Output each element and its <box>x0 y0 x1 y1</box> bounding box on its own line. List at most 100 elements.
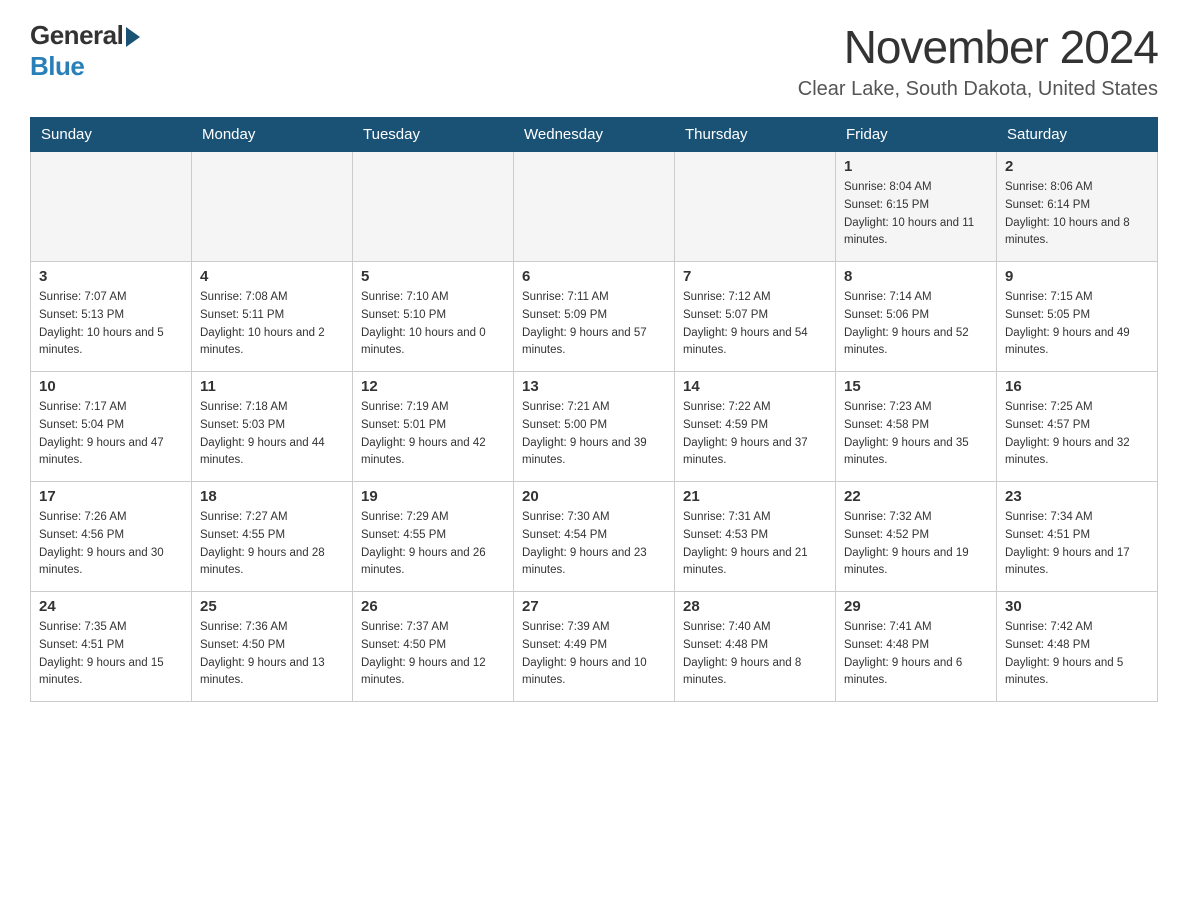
day-info: Sunrise: 7:34 AMSunset: 4:51 PMDaylight:… <box>1005 509 1149 580</box>
calendar-header-friday: Friday <box>836 118 997 152</box>
day-info: Sunrise: 7:17 AMSunset: 5:04 PMDaylight:… <box>39 399 183 470</box>
calendar-header-tuesday: Tuesday <box>353 118 514 152</box>
day-number: 17 <box>39 488 183 505</box>
calendar-table: SundayMondayTuesdayWednesdayThursdayFrid… <box>30 117 1158 702</box>
calendar-cell: 30Sunrise: 7:42 AMSunset: 4:48 PMDayligh… <box>997 592 1158 702</box>
day-info: Sunrise: 7:40 AMSunset: 4:48 PMDaylight:… <box>683 619 827 690</box>
calendar-header-row: SundayMondayTuesdayWednesdayThursdayFrid… <box>31 118 1158 152</box>
day-info: Sunrise: 7:39 AMSunset: 4:49 PMDaylight:… <box>522 619 666 690</box>
day-info: Sunrise: 7:22 AMSunset: 4:59 PMDaylight:… <box>683 399 827 470</box>
calendar-cell: 13Sunrise: 7:21 AMSunset: 5:00 PMDayligh… <box>514 372 675 482</box>
day-info: Sunrise: 7:15 AMSunset: 5:05 PMDaylight:… <box>1005 289 1149 360</box>
day-info: Sunrise: 7:14 AMSunset: 5:06 PMDaylight:… <box>844 289 988 360</box>
day-number: 8 <box>844 268 988 285</box>
calendar-week-row: 3Sunrise: 7:07 AMSunset: 5:13 PMDaylight… <box>31 262 1158 372</box>
calendar-cell: 29 Sunrise: 7:41 AMSunset: 4:48 PMDayligh… <box>836 592 997 702</box>
day-info: Sunrise: 7:08 AMSunset: 5:11 PMDaylight:… <box>200 289 344 360</box>
day-number: 1 <box>844 158 988 175</box>
day-info: Sunrise: 7:11 AMSunset: 5:09 PMDaylight:… <box>522 289 666 360</box>
header: General Blue November 2024 Clear Lake, S… <box>30 20 1158 101</box>
calendar-cell <box>31 152 192 262</box>
day-number: 25 <box>200 598 344 615</box>
day-number: 6 <box>522 268 666 285</box>
calendar-cell: 4 Sunrise: 7:08 AMSunset: 5:11 PMDaylight… <box>192 262 353 372</box>
calendar-cell: 17 Sunrise: 7:26 AMSunset: 4:56 PMDayligh… <box>31 482 192 592</box>
calendar-week-row: 24 Sunrise: 7:35 AMSunset: 4:51 PMDayligh… <box>31 592 1158 702</box>
calendar-cell: 9Sunrise: 7:15 AMSunset: 5:05 PMDaylight… <box>997 262 1158 372</box>
calendar-cell <box>675 152 836 262</box>
day-info: Sunrise: 7:19 AMSunset: 5:01 PMDaylight:… <box>361 399 505 470</box>
logo: General Blue <box>30 20 140 82</box>
day-info: Sunrise: 7:41 AMSunset: 4:48 PMDaylight:… <box>844 619 988 690</box>
day-info: Sunrise: 7:37 AMSunset: 4:50 PMDaylight:… <box>361 619 505 690</box>
day-number: 23 <box>1005 488 1149 505</box>
calendar-cell: 1 Sunrise: 8:04 AMSunset: 6:15 PMDaylight… <box>836 152 997 262</box>
day-number: 28 <box>683 598 827 615</box>
day-number: 16 <box>1005 378 1149 395</box>
month-title: November 2024 <box>798 20 1158 74</box>
day-number: 27 <box>522 598 666 615</box>
calendar-cell: 19 Sunrise: 7:29 AMSunset: 4:55 PMDayligh… <box>353 482 514 592</box>
calendar-cell: 6 Sunrise: 7:11 AMSunset: 5:09 PMDaylight… <box>514 262 675 372</box>
day-info: Sunrise: 7:35 AMSunset: 4:51 PMDaylight:… <box>39 619 183 690</box>
calendar-cell: 20 Sunrise: 7:30 AMSunset: 4:54 PMDayligh… <box>514 482 675 592</box>
day-number: 21 <box>683 488 827 505</box>
calendar-header-saturday: Saturday <box>997 118 1158 152</box>
calendar-week-row: 1 Sunrise: 8:04 AMSunset: 6:15 PMDaylight… <box>31 152 1158 262</box>
day-info: Sunrise: 8:04 AMSunset: 6:15 PMDaylight:… <box>844 179 988 250</box>
day-number: 20 <box>522 488 666 505</box>
calendar-header-monday: Monday <box>192 118 353 152</box>
day-info: Sunrise: 7:32 AMSunset: 4:52 PMDaylight:… <box>844 509 988 580</box>
day-number: 2 <box>1005 158 1149 175</box>
calendar-cell: 16 Sunrise: 7:25 AMSunset: 4:57 PMDayligh… <box>997 372 1158 482</box>
day-info: Sunrise: 7:31 AMSunset: 4:53 PMDaylight:… <box>683 509 827 580</box>
day-number: 5 <box>361 268 505 285</box>
day-number: 19 <box>361 488 505 505</box>
calendar-header-wednesday: Wednesday <box>514 118 675 152</box>
calendar-cell <box>192 152 353 262</box>
calendar-cell: 5 Sunrise: 7:10 AMSunset: 5:10 PMDaylight… <box>353 262 514 372</box>
day-info: Sunrise: 7:21 AMSunset: 5:00 PMDaylight:… <box>522 399 666 470</box>
calendar-header-thursday: Thursday <box>675 118 836 152</box>
calendar-cell: 24 Sunrise: 7:35 AMSunset: 4:51 PMDayligh… <box>31 592 192 702</box>
day-info: Sunrise: 7:42 AMSunset: 4:48 PMDaylight:… <box>1005 619 1149 690</box>
calendar-week-row: 10 Sunrise: 7:17 AMSunset: 5:04 PMDayligh… <box>31 372 1158 482</box>
calendar-cell: 12 Sunrise: 7:19 AMSunset: 5:01 PMDayligh… <box>353 372 514 482</box>
calendar-cell: 26Sunrise: 7:37 AMSunset: 4:50 PMDayligh… <box>353 592 514 702</box>
calendar-cell: 8 Sunrise: 7:14 AMSunset: 5:06 PMDaylight… <box>836 262 997 372</box>
calendar-cell: 18Sunrise: 7:27 AMSunset: 4:55 PMDayligh… <box>192 482 353 592</box>
day-info: Sunrise: 7:07 AMSunset: 5:13 PMDaylight:… <box>39 289 183 360</box>
calendar-cell: 14 Sunrise: 7:22 AMSunset: 4:59 PMDayligh… <box>675 372 836 482</box>
calendar-cell <box>514 152 675 262</box>
logo-blue-text: Blue <box>30 51 84 82</box>
calendar-cell: 25 Sunrise: 7:36 AMSunset: 4:50 PMDayligh… <box>192 592 353 702</box>
day-number: 15 <box>844 378 988 395</box>
calendar-cell: 2Sunrise: 8:06 AMSunset: 6:14 PMDaylight… <box>997 152 1158 262</box>
day-number: 10 <box>39 378 183 395</box>
day-number: 4 <box>200 268 344 285</box>
day-number: 24 <box>39 598 183 615</box>
location-title: Clear Lake, South Dakota, United States <box>798 78 1158 101</box>
day-number: 12 <box>361 378 505 395</box>
day-number: 29 <box>844 598 988 615</box>
day-info: Sunrise: 7:30 AMSunset: 4:54 PMDaylight:… <box>522 509 666 580</box>
calendar-cell: 22 Sunrise: 7:32 AMSunset: 4:52 PMDayligh… <box>836 482 997 592</box>
day-info: Sunrise: 7:12 AMSunset: 5:07 PMDaylight:… <box>683 289 827 360</box>
day-info: Sunrise: 7:25 AMSunset: 4:57 PMDaylight:… <box>1005 399 1149 470</box>
day-info: Sunrise: 7:29 AMSunset: 4:55 PMDaylight:… <box>361 509 505 580</box>
title-area: November 2024 Clear Lake, South Dakota, … <box>798 20 1158 101</box>
day-info: Sunrise: 7:10 AMSunset: 5:10 PMDaylight:… <box>361 289 505 360</box>
logo-arrow-icon <box>126 27 140 47</box>
calendar-cell: 28 Sunrise: 7:40 AMSunset: 4:48 PMDayligh… <box>675 592 836 702</box>
calendar-cell: 21 Sunrise: 7:31 AMSunset: 4:53 PMDayligh… <box>675 482 836 592</box>
day-number: 22 <box>844 488 988 505</box>
calendar-cell: 15 Sunrise: 7:23 AMSunset: 4:58 PMDayligh… <box>836 372 997 482</box>
day-number: 14 <box>683 378 827 395</box>
day-info: Sunrise: 7:23 AMSunset: 4:58 PMDaylight:… <box>844 399 988 470</box>
day-info: Sunrise: 7:36 AMSunset: 4:50 PMDaylight:… <box>200 619 344 690</box>
day-number: 11 <box>200 378 344 395</box>
calendar-cell: 10 Sunrise: 7:17 AMSunset: 5:04 PMDayligh… <box>31 372 192 482</box>
day-info: Sunrise: 7:26 AMSunset: 4:56 PMDaylight:… <box>39 509 183 580</box>
calendar-cell <box>353 152 514 262</box>
day-info: Sunrise: 7:18 AMSunset: 5:03 PMDaylight:… <box>200 399 344 470</box>
